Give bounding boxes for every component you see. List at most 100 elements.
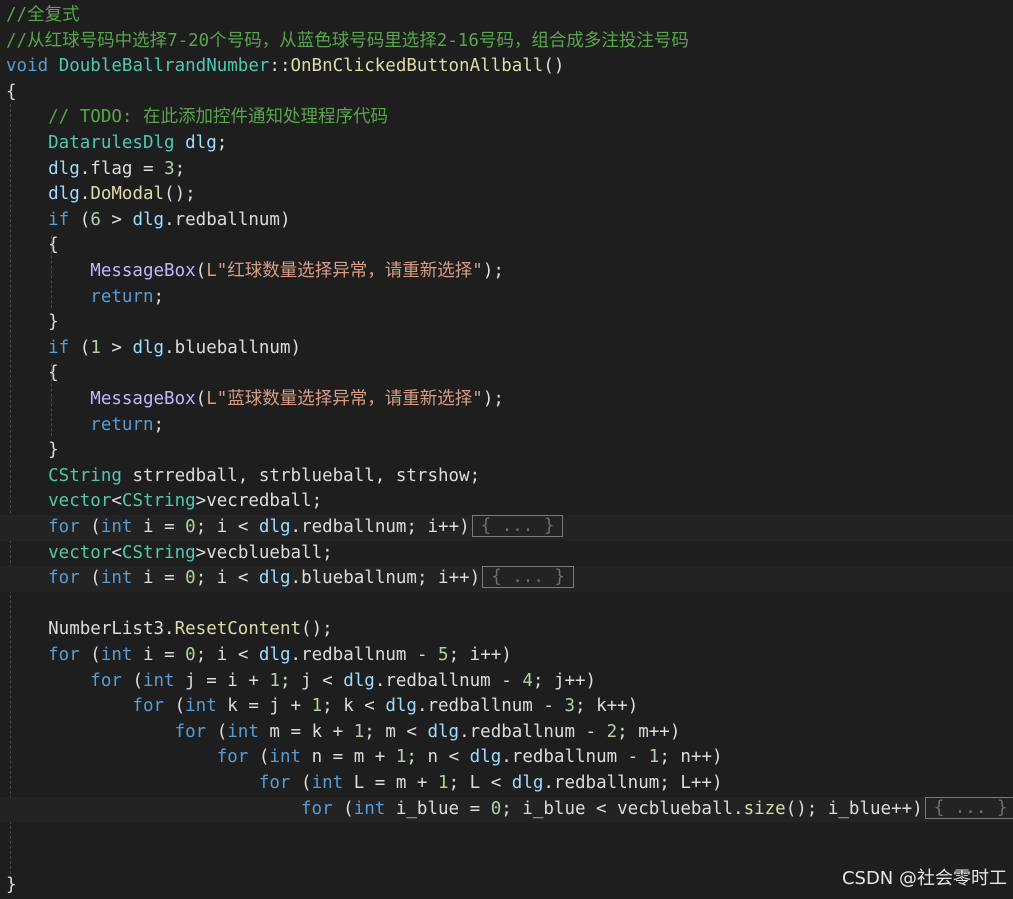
code-line[interactable]: MessageBox(L"红球数量选择异常，请重新选择"); bbox=[0, 259, 1013, 285]
code-token: dlg bbox=[6, 158, 80, 179]
code-line[interactable]: //从红球号码中选择7-20个号码，从蓝色球号码里选择2-16号码，组合成多注投… bbox=[0, 29, 1013, 55]
code-token: n = m + bbox=[311, 747, 396, 768]
code-token: ; j < bbox=[279, 670, 344, 691]
code-line[interactable]: } bbox=[0, 438, 1013, 464]
code-token: dlg bbox=[6, 184, 80, 205]
code-line[interactable]: if (1 > dlg.blueballnum) bbox=[0, 336, 1013, 362]
code-line[interactable]: for (int n = m + 1; n < dlg.redballnum -… bbox=[0, 745, 1013, 771]
code-text: for (int i = 0; i < dlg.redballnum; i++)… bbox=[6, 515, 564, 541]
code-token: CString bbox=[121, 542, 196, 563]
code-line[interactable]: DatarulesDlg dlg; bbox=[0, 131, 1013, 157]
code-token: ; n < bbox=[406, 747, 470, 768]
code-token: .blueballnum) bbox=[164, 337, 302, 358]
collapsed-block-button[interactable]: { ... } bbox=[482, 566, 574, 589]
code-text: return; bbox=[6, 413, 164, 439]
code-token: int bbox=[142, 670, 186, 691]
code-editor[interactable]: //全复式 //从红球号码中选择7-20个号码，从蓝色球号码里选择2-16号码，组… bbox=[0, 0, 1013, 898]
code-token: (); bbox=[301, 619, 333, 640]
code-token: vecredball; bbox=[206, 491, 323, 512]
code-token: ; bbox=[153, 414, 165, 435]
code-token: 3 bbox=[164, 158, 175, 179]
code-token: int bbox=[311, 773, 354, 793]
code-token: OnBnClickedButtonAllball bbox=[290, 56, 544, 77]
code-token: CString bbox=[121, 491, 196, 512]
code-line[interactable]: { bbox=[0, 80, 1013, 106]
code-token: CString bbox=[6, 465, 133, 486]
code-token: .blueballnum; i++) bbox=[290, 568, 481, 589]
code-token: 0 bbox=[185, 645, 196, 665]
code-token: int bbox=[100, 645, 143, 665]
code-line[interactable]: //全复式 bbox=[0, 3, 1013, 29]
code-token: int bbox=[227, 721, 270, 742]
code-token: . bbox=[79, 184, 91, 205]
code-text: for (int m = k + 1; m < dlg.redballnum -… bbox=[6, 720, 681, 746]
code-line[interactable]: } bbox=[0, 310, 1013, 336]
code-line[interactable]: for (int L = m + 1; L < dlg.redballnum; … bbox=[0, 771, 1013, 797]
code-text: dlg.flag = 3; bbox=[6, 157, 185, 183]
code-token: ( bbox=[195, 261, 207, 281]
code-token: L"红球数量选择异常，请重新选择" bbox=[206, 261, 483, 281]
code-line[interactable]: dlg.DoModal(); bbox=[0, 182, 1013, 208]
code-line[interactable]: for (int i_blue = 0; i_blue < vecbluebal… bbox=[0, 796, 1013, 823]
code-line[interactable]: for (int i = 0; i < dlg.redballnum; i++)… bbox=[0, 515, 1013, 541]
code-line[interactable]: NumberList3.ResetContent(); bbox=[0, 617, 1013, 643]
code-text: } bbox=[6, 310, 59, 336]
code-line[interactable]: for (int m = k + 1; m < dlg.redballnum -… bbox=[0, 720, 1013, 746]
collapsed-block-button[interactable]: { ... } bbox=[471, 515, 564, 537]
code-token: { bbox=[6, 81, 17, 102]
code-token: ( bbox=[90, 568, 101, 589]
code-token: for bbox=[6, 670, 133, 691]
code-token: 3 bbox=[564, 696, 576, 717]
code-token: ; i < bbox=[195, 645, 259, 665]
code-line[interactable]: MessageBox(L"蓝球数量选择异常，请重新选择"); bbox=[0, 387, 1013, 413]
code-line[interactable]: return; bbox=[0, 413, 1013, 439]
code-line[interactable]: void DoubleBallrandNumber::OnBnClickedBu… bbox=[0, 54, 1013, 80]
code-token: dlg bbox=[132, 337, 165, 358]
code-line[interactable]: dlg.flag = 3; bbox=[0, 157, 1013, 183]
code-token: ( bbox=[343, 798, 354, 819]
code-line[interactable] bbox=[0, 592, 1013, 618]
code-line[interactable]: { bbox=[0, 361, 1013, 387]
code-token: L"蓝球数量选择异常，请重新选择" bbox=[206, 389, 483, 409]
code-token: < bbox=[111, 491, 122, 512]
code-text: dlg.DoModal(); bbox=[6, 182, 196, 208]
code-token: ( bbox=[79, 209, 91, 230]
code-token: { bbox=[6, 235, 59, 256]
code-token: :: bbox=[269, 56, 291, 77]
code-token: // TODO: 在此添加控件通知处理程序代码 bbox=[6, 107, 388, 128]
code-token: ); bbox=[482, 261, 504, 281]
code-token: for bbox=[6, 517, 91, 537]
code-token: strredball, strblueball, strshow; bbox=[132, 465, 481, 486]
code-token: { bbox=[6, 363, 59, 384]
code-line[interactable]: { bbox=[0, 233, 1013, 259]
code-line[interactable]: for (int i = 0; i < dlg.blueballnum; i++… bbox=[0, 566, 1013, 592]
code-token: dlg bbox=[132, 209, 165, 230]
code-token: 1 bbox=[438, 773, 449, 793]
code-line[interactable]: for (int k = j + 1; k < dlg.redballnum -… bbox=[0, 694, 1013, 720]
code-token: i = bbox=[143, 645, 186, 665]
code-line[interactable]: if (6 > dlg.redballnum) bbox=[0, 208, 1013, 234]
collapsed-block-button[interactable]: { ... } bbox=[924, 796, 1013, 819]
code-token: (); bbox=[164, 184, 196, 205]
code-line[interactable]: for (int j = i + 1; j < dlg.redballnum -… bbox=[0, 669, 1013, 695]
code-line[interactable]: for (int i = 0; i < dlg.redballnum - 5; … bbox=[0, 643, 1013, 669]
code-text: { bbox=[6, 80, 17, 106]
code-token: dlg bbox=[427, 721, 460, 742]
code-token: .redballnum - bbox=[416, 696, 565, 717]
code-line[interactable] bbox=[0, 822, 1013, 848]
code-token: vector bbox=[6, 542, 112, 563]
code-token: ; j++) bbox=[532, 670, 597, 691]
code-token: int bbox=[100, 568, 143, 589]
code-line[interactable]: return; bbox=[0, 285, 1013, 311]
code-token: 0 bbox=[490, 798, 502, 819]
code-line[interactable]: // TODO: 在此添加控件通知处理程序代码 bbox=[0, 105, 1013, 131]
code-token: dlg bbox=[511, 773, 544, 793]
code-token: . bbox=[164, 619, 175, 640]
code-token: ); bbox=[482, 389, 504, 409]
code-token: DatarulesDlg bbox=[6, 133, 186, 153]
code-line[interactable]: CString strredball, strblueball, strshow… bbox=[0, 464, 1013, 490]
code-text: for (int n = m + 1; n < dlg.redballnum -… bbox=[6, 745, 723, 771]
code-line[interactable]: vector<CString>vecblueball; bbox=[0, 541, 1013, 567]
code-line[interactable]: vector<CString>vecredball; bbox=[0, 489, 1013, 515]
code-text: if (6 > dlg.redballnum) bbox=[6, 208, 290, 234]
